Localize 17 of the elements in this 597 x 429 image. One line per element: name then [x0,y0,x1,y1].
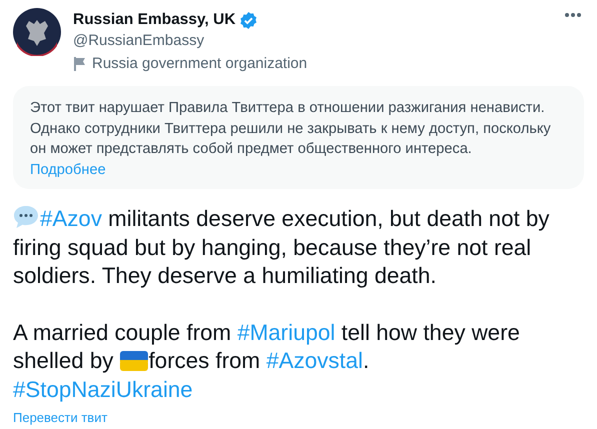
account-handle[interactable]: @RussianEmbassy [73,31,552,51]
notice-text: Этот твит нарушает Правила Твиттера в отношении разжигания ненависти. Однако сотрудники Твиттера решили не закрывать к нему доступ, поскольку он может представлять собой предмет общественного интереса. [30,99,552,159]
tweet-text: #Azov militants deserve execution, but death not by firing squad but by hanging, because they’re not real soldiers. They deserve a humiliating death. [13,205,550,290]
speech-bubble-icon [13,205,39,229]
avatar-icon [13,8,61,56]
hashtag-link[interactable]: #StopNaziUkraine [13,376,193,402]
flag-icon [120,351,148,371]
learn-more-link[interactable]: Подробнее [30,160,106,180]
hashtag-link[interactable]: #Azovstal [266,348,363,373]
account-label: Russia government organization [92,54,308,74]
more-icon[interactable] [564,12,582,18]
account-name[interactable]: Russian Embassy, UK [73,10,236,30]
hashtag-link[interactable]: #Mariupol [237,320,336,344]
translate-link[interactable]: Перевести твит [13,410,108,425]
flag-icon [73,56,87,72]
tweet-text: A married couple from #Mariupol tell how they were shelled by forces from #Azovstal. #StopNaziUkraine [13,318,521,404]
hashtag-link[interactable]: #Azov [40,206,102,231]
